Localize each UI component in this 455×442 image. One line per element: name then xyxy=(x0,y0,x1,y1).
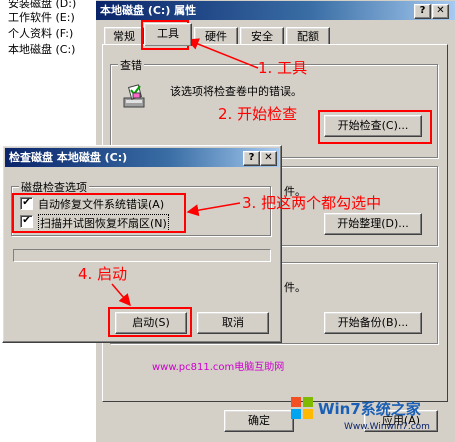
annotation-step1: 1. 工具 xyxy=(258,59,308,77)
watermark-logo-icon xyxy=(290,396,314,420)
watermark-site: www.pc811.com电脑互助网 xyxy=(152,362,285,373)
annotation-step2: 2. 开始检查 xyxy=(218,105,298,123)
arrow-step3 xyxy=(186,202,241,217)
watermark-brand: Win7系统之家 xyxy=(318,400,421,418)
arrow-step4 xyxy=(111,283,131,307)
watermark-url: Www.Winwin7.com xyxy=(344,422,430,432)
arrow-step1 xyxy=(186,38,259,69)
tab-tools[interactable]: 工具 xyxy=(144,23,192,46)
annotation-arrows xyxy=(111,38,259,307)
annotation-step3: 3. 把这两个都勾选中 xyxy=(242,194,382,212)
annotation-step4: 4. 启动 xyxy=(78,265,128,283)
